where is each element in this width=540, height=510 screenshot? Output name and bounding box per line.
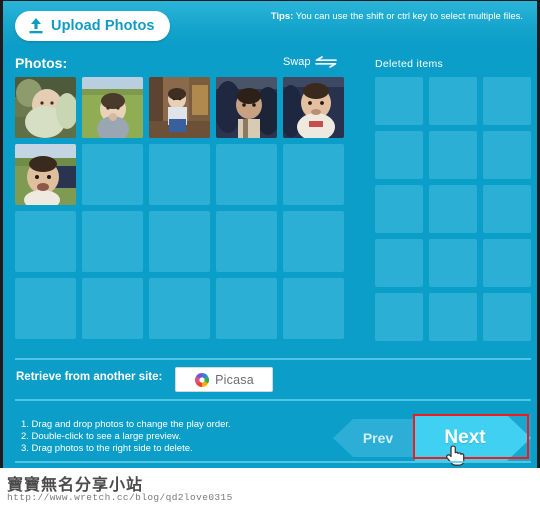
photo-empty-slot[interactable] xyxy=(216,144,277,205)
photo-empty-slot[interactable] xyxy=(149,144,210,205)
deleted-items-grid xyxy=(375,77,531,341)
deleted-empty-slot[interactable] xyxy=(483,185,531,233)
photo-empty-slot[interactable] xyxy=(149,278,210,339)
picasa-pinwheel-icon xyxy=(195,372,210,387)
photo-thumbnail[interactable] xyxy=(15,77,76,138)
deleted-empty-slot[interactable] xyxy=(375,293,423,341)
picasa-button[interactable]: Picasa xyxy=(175,367,273,392)
prev-button[interactable]: Prev xyxy=(333,419,413,457)
photo-empty-slot[interactable] xyxy=(15,211,76,272)
upload-photos-label: Upload Photos xyxy=(51,18,155,34)
photo-thumbnail[interactable] xyxy=(15,144,76,205)
instruction-item: 2. Double-click to see a large preview. xyxy=(21,431,181,442)
upload-photos-button[interactable]: Upload Photos xyxy=(15,11,170,41)
uploader-panel: Upload Photos Tips: You can use the shif… xyxy=(0,0,540,468)
retrieve-label: Retrieve from another site: xyxy=(16,371,163,383)
deleted-items-title: Deleted items xyxy=(375,58,444,70)
divider-top xyxy=(15,358,531,360)
photo-thumbnail[interactable] xyxy=(216,77,277,138)
divider-bottom xyxy=(15,461,531,463)
photo-thumbnail[interactable] xyxy=(82,77,143,138)
photo-empty-slot[interactable] xyxy=(149,211,210,272)
photo-empty-slot[interactable] xyxy=(283,278,344,339)
double-arrow-left-right-icon xyxy=(314,56,337,68)
photos-grid xyxy=(15,77,344,339)
deleted-empty-slot[interactable] xyxy=(375,131,423,179)
footer-site-url[interactable]: http://www.wretch.cc/blog/qd2love0315 xyxy=(7,492,233,503)
swap-label: Swap xyxy=(283,56,311,68)
photo-empty-slot[interactable] xyxy=(216,278,277,339)
upload-arrow-icon xyxy=(29,18,43,34)
divider-middle xyxy=(15,399,531,401)
swap-button[interactable]: Swap xyxy=(283,56,337,68)
photo-empty-slot[interactable] xyxy=(15,278,76,339)
instruction-item: 3. Drag photos to the right side to dele… xyxy=(21,443,193,454)
prev-arrow-shape xyxy=(333,419,413,457)
photo-empty-slot[interactable] xyxy=(283,144,344,205)
instructions-list: 1. Drag and drop photos to change the pl… xyxy=(21,419,231,455)
deleted-empty-slot[interactable] xyxy=(429,185,477,233)
photo-empty-slot[interactable] xyxy=(216,211,277,272)
photo-empty-slot[interactable] xyxy=(82,211,143,272)
picasa-label: Picasa xyxy=(215,372,254,387)
photo-empty-slot[interactable] xyxy=(283,211,344,272)
deleted-empty-slot[interactable] xyxy=(483,293,531,341)
next-arrow-shape xyxy=(415,415,531,461)
deleted-empty-slot[interactable] xyxy=(429,239,477,287)
photo-thumbnail[interactable] xyxy=(283,77,344,138)
deleted-empty-slot[interactable] xyxy=(483,131,531,179)
photos-section-title: Photos: xyxy=(15,55,68,71)
app-root: Upload Photos Tips: You can use the shif… xyxy=(0,0,540,510)
deleted-empty-slot[interactable] xyxy=(429,77,477,125)
photo-thumbnail[interactable] xyxy=(149,77,210,138)
deleted-empty-slot[interactable] xyxy=(375,185,423,233)
tips-text: Tips: You can use the shift or ctrl key … xyxy=(271,11,523,22)
deleted-empty-slot[interactable] xyxy=(375,239,423,287)
deleted-empty-slot[interactable] xyxy=(483,77,531,125)
photo-empty-slot[interactable] xyxy=(82,278,143,339)
instruction-item: 1. Drag and drop photos to change the pl… xyxy=(21,419,231,430)
tips-prefix: Tips: xyxy=(270,11,294,22)
deleted-empty-slot[interactable] xyxy=(429,131,477,179)
deleted-empty-slot[interactable] xyxy=(429,293,477,341)
next-button[interactable]: Next xyxy=(415,415,531,461)
deleted-empty-slot[interactable] xyxy=(483,239,531,287)
tips-body: You can use the shift or ctrl key to sel… xyxy=(295,11,523,22)
deleted-empty-slot[interactable] xyxy=(375,77,423,125)
photo-empty-slot[interactable] xyxy=(82,144,143,205)
